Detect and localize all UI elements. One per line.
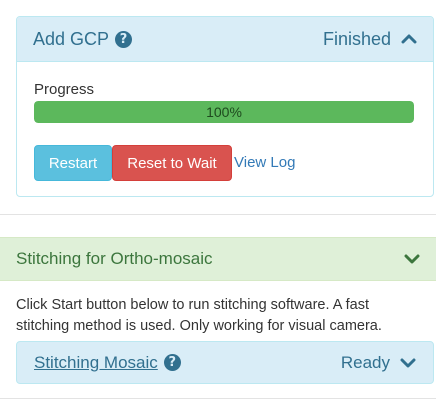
add-gcp-status-text: Finished <box>322 28 391 49</box>
question-circle-icon[interactable]: ? <box>163 354 181 371</box>
add-gcp-title-row: Add GCP ? <box>33 28 133 50</box>
chevron-down-icon[interactable] <box>404 251 420 267</box>
question-circle-icon[interactable]: ? <box>115 30 133 48</box>
stitching-mosaic-status-text: Ready <box>340 352 390 372</box>
chevron-down-icon[interactable] <box>400 355 416 371</box>
chevron-up-icon[interactable] <box>401 31 417 47</box>
stitching-mosaic-status: Ready <box>341 353 416 373</box>
stitching-mosaic-title-row: Stitching Mosaic ? <box>34 353 181 373</box>
add-gcp-title: Add GCP <box>33 28 110 49</box>
progress-bar: 100% <box>34 101 414 123</box>
reset-to-wait-button[interactable]: Reset to Wait <box>112 145 232 181</box>
restart-button[interactable]: Restart <box>34 145 112 181</box>
progress-percent-text: 100% <box>206 104 242 120</box>
add-gcp-status: Finished <box>323 29 417 50</box>
add-gcp-actions: Restart Reset to Wait View Log <box>34 145 416 181</box>
add-gcp-panel-body: Progress 100% Restart Reset to Wait View… <box>17 62 433 181</box>
add-gcp-panel-heading[interactable]: Add GCP ? Finished <box>17 17 433 62</box>
stitching-title: Stitching for Ortho-mosaic <box>16 249 213 268</box>
stitching-description: Click Start button below to run stitchin… <box>16 297 382 334</box>
stitching-mosaic-panel-heading[interactable]: Stitching Mosaic ? Ready <box>16 341 434 384</box>
bottom-divider <box>0 398 436 399</box>
stitching-panel-heading[interactable]: Stitching for Ortho-mosaic <box>0 237 436 281</box>
progress-label: Progress <box>34 81 95 98</box>
add-gcp-panel: Add GCP ? Finished Progress 100% Restart… <box>16 16 434 197</box>
view-log-link[interactable]: View Log <box>234 154 295 171</box>
section-divider <box>0 214 436 215</box>
stitching-mosaic-title[interactable]: Stitching Mosaic <box>34 353 158 373</box>
